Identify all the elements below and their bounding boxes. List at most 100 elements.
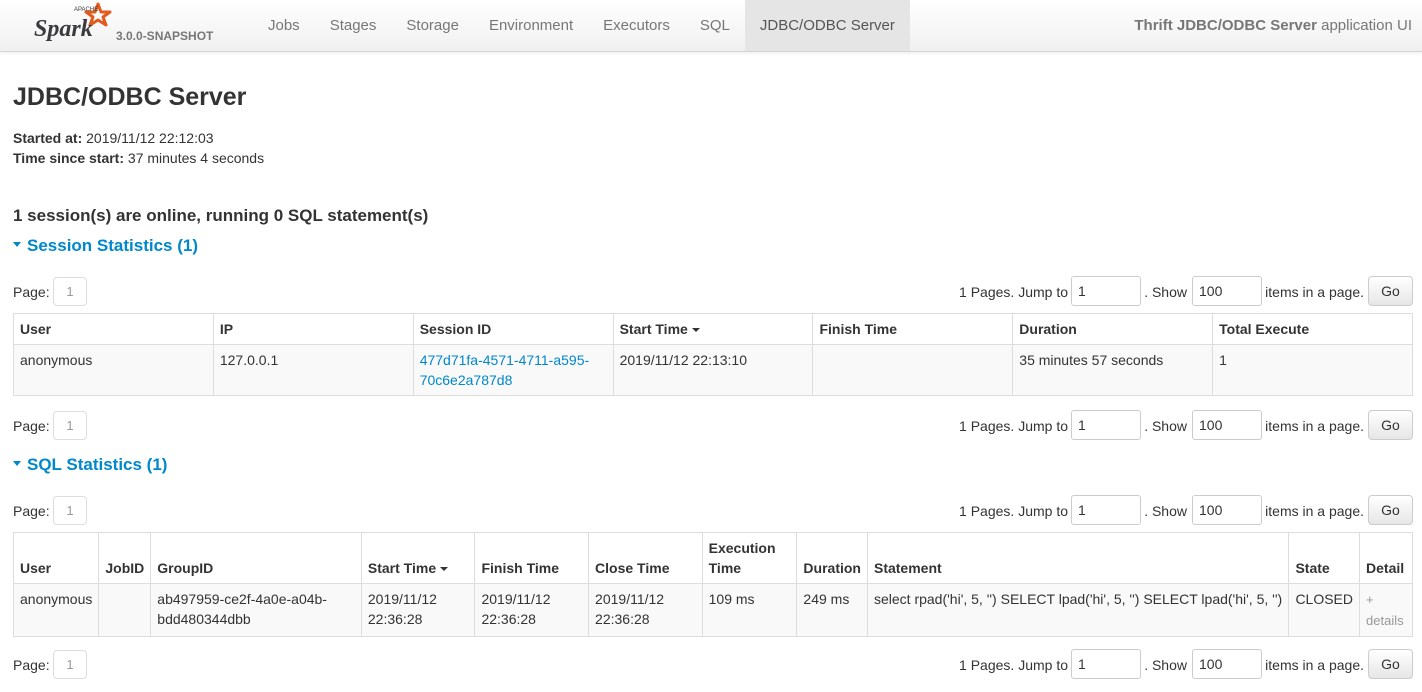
items-per-page-text: items in a page.	[1265, 657, 1364, 673]
page-size-input[interactable]	[1192, 410, 1262, 440]
column-header-finish-time[interactable]: Finish Time	[812, 313, 1014, 345]
cell-state: CLOSED	[1288, 583, 1361, 637]
column-header-total-execute[interactable]: Total Execute	[1212, 313, 1413, 345]
cell-execution-time: 109 ms	[701, 583, 798, 637]
pages-jump-text: 1 Pages. Jump to	[959, 503, 1068, 519]
svg-text:Spark: Spark	[34, 16, 93, 42]
column-header-start-time[interactable]: Start Time	[612, 313, 814, 345]
session-statistics-toggle[interactable]: Session Statistics (1)	[13, 236, 198, 256]
app-title-bold: Thrift JDBC/ODBC Server	[1134, 17, 1317, 34]
tab-jobs[interactable]: Jobs	[253, 0, 315, 51]
cell-user: anonymous	[13, 344, 214, 396]
column-header-ip[interactable]: IP	[212, 313, 414, 345]
pages-jump-text: 1 Pages. Jump to	[959, 284, 1068, 300]
started-at: Started at: 2019/11/12 22:12:03	[13, 128, 264, 148]
column-header-job-id[interactable]: JobID	[98, 532, 152, 584]
tab-stages[interactable]: Stages	[315, 0, 392, 51]
page-title: JDBC/ODBC Server	[13, 83, 247, 111]
cell-statement: select rpad('hi', 5, '') SELECT lpad('hi…	[866, 583, 1290, 637]
show-text: . Show	[1144, 284, 1187, 300]
cell-group-id: ab497959-ce2f-4a0e-a04b-bdd480344dbb	[150, 583, 362, 637]
tab-sql[interactable]: SQL	[685, 0, 745, 51]
pages-jump-text: 1 Pages. Jump to	[959, 418, 1068, 434]
app-title-rest: application UI	[1316, 17, 1412, 34]
go-button[interactable]: Go	[1368, 276, 1413, 306]
items-per-page-text: items in a page.	[1265, 418, 1364, 434]
go-button[interactable]: Go	[1368, 649, 1413, 679]
column-header-group-id[interactable]: GroupID	[150, 532, 362, 584]
items-per-page-text: items in a page.	[1265, 284, 1364, 300]
column-header-user[interactable]: User	[12, 532, 100, 584]
page-number-button[interactable]: 1	[53, 650, 87, 679]
sql-pager-bottom: Page: 1 1 Pages. Jump to . Show items in…	[13, 649, 1413, 681]
started-at-value: 2019/11/12 22:12:03	[82, 130, 214, 146]
sql-statistics-table: User JobID GroupID Start Time Finish Tim…	[12, 532, 1413, 637]
collapse-arrow-icon	[13, 461, 21, 467]
go-button[interactable]: Go	[1368, 410, 1413, 440]
cell-job-id	[98, 583, 152, 637]
items-per-page-text: items in a page.	[1265, 503, 1364, 519]
table-row: anonymous 127.0.0.1 477d71fa-4571-4711-a…	[13, 344, 1413, 396]
tab-executors[interactable]: Executors	[588, 0, 685, 51]
table-header-row: User IP Session ID Start Time Finish Tim…	[13, 313, 1413, 345]
session-pager-top: Page: 1 1 Pages. Jump to . Show items in…	[13, 276, 1413, 308]
column-header-statement[interactable]: Statement	[866, 532, 1290, 584]
column-header-start-time-label: Start Time	[619, 321, 688, 337]
time-since-start-label: Time since start:	[13, 150, 125, 166]
sql-pager-top: Page: 1 1 Pages. Jump to . Show items in…	[13, 495, 1413, 527]
session-id-link[interactable]: 477d71fa-4571-4711-a595-70c6e2a787d8	[420, 352, 589, 388]
sql-statistics-heading: SQL Statistics (1)	[27, 455, 168, 474]
jump-to-page-input[interactable]	[1071, 649, 1141, 679]
cell-start-time: 2019/11/12 22:36:28	[360, 583, 476, 637]
jump-to-page-input[interactable]	[1071, 410, 1141, 440]
column-header-start-time-label: Start Time	[367, 560, 437, 576]
cell-session-id: 477d71fa-4571-4711-a595-70c6e2a787d8	[412, 344, 614, 396]
column-header-session-id[interactable]: Session ID	[412, 313, 614, 345]
tab-jdbc-odbc-server[interactable]: JDBC/ODBC Server	[744, 0, 910, 51]
column-header-state[interactable]: State	[1288, 532, 1361, 584]
cell-total-execute: 1	[1212, 344, 1413, 396]
page-number-button[interactable]: 1	[53, 496, 87, 525]
page-size-input[interactable]	[1192, 276, 1262, 306]
column-header-user[interactable]: User	[13, 313, 214, 345]
cell-finish-time: 2019/11/12 22:36:28	[474, 583, 590, 637]
sort-desc-icon	[691, 328, 700, 333]
page-size-input[interactable]	[1192, 649, 1262, 679]
column-header-start-time[interactable]: Start Time	[360, 532, 476, 584]
cell-user: anonymous	[12, 583, 100, 637]
show-text: . Show	[1144, 503, 1187, 519]
cell-detail: + details	[1359, 583, 1413, 637]
details-toggle[interactable]: + details	[1366, 592, 1404, 628]
sort-desc-icon	[440, 567, 449, 572]
column-header-duration[interactable]: Duration	[796, 532, 868, 584]
tab-storage[interactable]: Storage	[391, 0, 474, 51]
time-since-start-value: 37 minutes 4 seconds	[124, 150, 265, 166]
column-header-detail[interactable]: Detail	[1359, 532, 1413, 584]
sql-statistics-toggle[interactable]: SQL Statistics (1)	[13, 455, 167, 475]
page-label: Page:	[13, 657, 50, 673]
page-size-input[interactable]	[1192, 495, 1262, 525]
jump-to-page-input[interactable]	[1071, 495, 1141, 525]
spark-version: 3.0.0-SNAPSHOT	[116, 29, 214, 43]
started-at-label: Started at:	[13, 130, 83, 146]
column-header-close-time[interactable]: Close Time	[588, 532, 703, 584]
tab-environment[interactable]: Environment	[474, 0, 588, 51]
go-button[interactable]: Go	[1368, 495, 1413, 525]
show-text: . Show	[1144, 418, 1187, 434]
collapse-arrow-icon	[13, 242, 21, 248]
page-number-button[interactable]: 1	[53, 277, 87, 306]
column-header-execution-time[interactable]: Execution Time	[701, 532, 798, 584]
cell-ip: 127.0.0.1	[212, 344, 414, 396]
session-statistics-heading: Session Statistics (1)	[27, 236, 199, 255]
session-statistics-table: User IP Session ID Start Time Finish Tim…	[13, 313, 1413, 396]
page-number-button[interactable]: 1	[53, 411, 87, 440]
spark-logo-icon: APACHE Spark	[34, 2, 112, 42]
page-label: Page:	[13, 284, 50, 300]
column-header-finish-time[interactable]: Finish Time	[474, 532, 590, 584]
column-header-duration[interactable]: Duration	[1012, 313, 1214, 345]
page-label: Page:	[13, 418, 50, 434]
table-header-row: User JobID GroupID Start Time Finish Tim…	[12, 532, 1413, 584]
spark-logo[interactable]: APACHE Spark 3.0.0-SNAPSHOT	[32, 2, 222, 50]
jump-to-page-input[interactable]	[1071, 276, 1141, 306]
svg-text:APACHE: APACHE	[74, 7, 98, 13]
